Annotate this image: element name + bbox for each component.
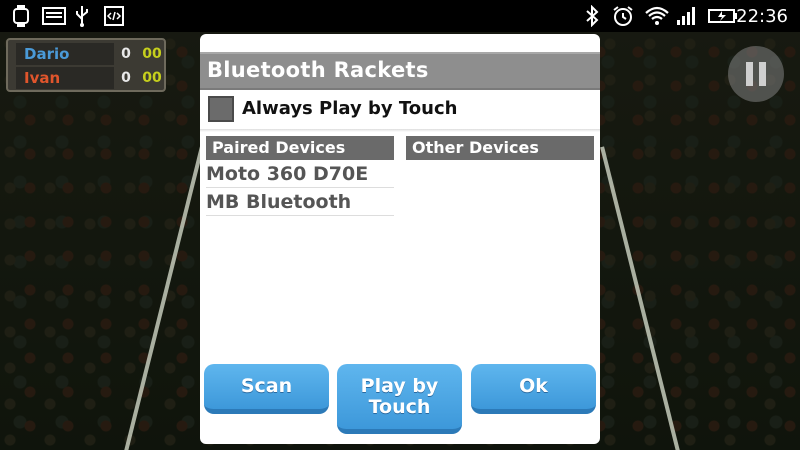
bluetooth-icon [582, 4, 602, 28]
court-line-right [600, 146, 684, 450]
clock: 22:36 [736, 6, 788, 27]
player-name: Dario [16, 43, 114, 65]
paired-device-item[interactable]: Moto 360 D70E [206, 160, 394, 188]
game-score: 00 [142, 46, 162, 62]
code-icon [102, 4, 126, 28]
signal-icon [674, 4, 700, 28]
paired-device-item[interactable]: MB Bluetooth [206, 188, 394, 216]
set-score: 0 [121, 46, 131, 62]
dialog-title: Bluetooth Rackets [207, 58, 429, 82]
always-play-row[interactable]: Always Play by Touch [200, 90, 600, 132]
play-by-touch-label: Play by Touch [360, 374, 439, 418]
wifi-icon [642, 4, 672, 28]
ok-button[interactable]: Ok [471, 364, 596, 414]
other-devices-header: Other Devices [406, 136, 594, 160]
always-play-label[interactable]: Always Play by Touch [242, 98, 457, 119]
player-name: Ivan [16, 67, 114, 89]
score-row-player-1: Dario 0 00 [12, 43, 162, 65]
always-play-checkbox[interactable] [208, 96, 234, 122]
pause-icon [759, 62, 766, 86]
game-score: 00 [142, 70, 162, 86]
paired-devices-header: Paired Devices [206, 136, 394, 160]
scoreboard: Dario 0 00 Ivan 0 00 [6, 38, 166, 92]
play-by-touch-button[interactable]: Play by Touch [337, 364, 462, 434]
alarm-icon [610, 4, 636, 28]
battery-icon [706, 4, 740, 28]
court-line-left [120, 146, 204, 450]
usb-icon [72, 4, 92, 28]
bluetooth-rackets-dialog: Bluetooth Rackets Always Play by Touch P… [200, 34, 600, 444]
smartwatch-icon [8, 4, 34, 28]
status-bar: 22:36 [0, 0, 800, 32]
scan-button[interactable]: Scan [204, 364, 329, 414]
pause-button[interactable] [728, 46, 784, 102]
set-score: 0 [121, 70, 131, 86]
pause-icon [746, 62, 753, 86]
image-icon [40, 4, 68, 28]
score-row-player-2: Ivan 0 00 [12, 67, 162, 89]
dialog-title-bar: Bluetooth Rackets [200, 52, 600, 90]
